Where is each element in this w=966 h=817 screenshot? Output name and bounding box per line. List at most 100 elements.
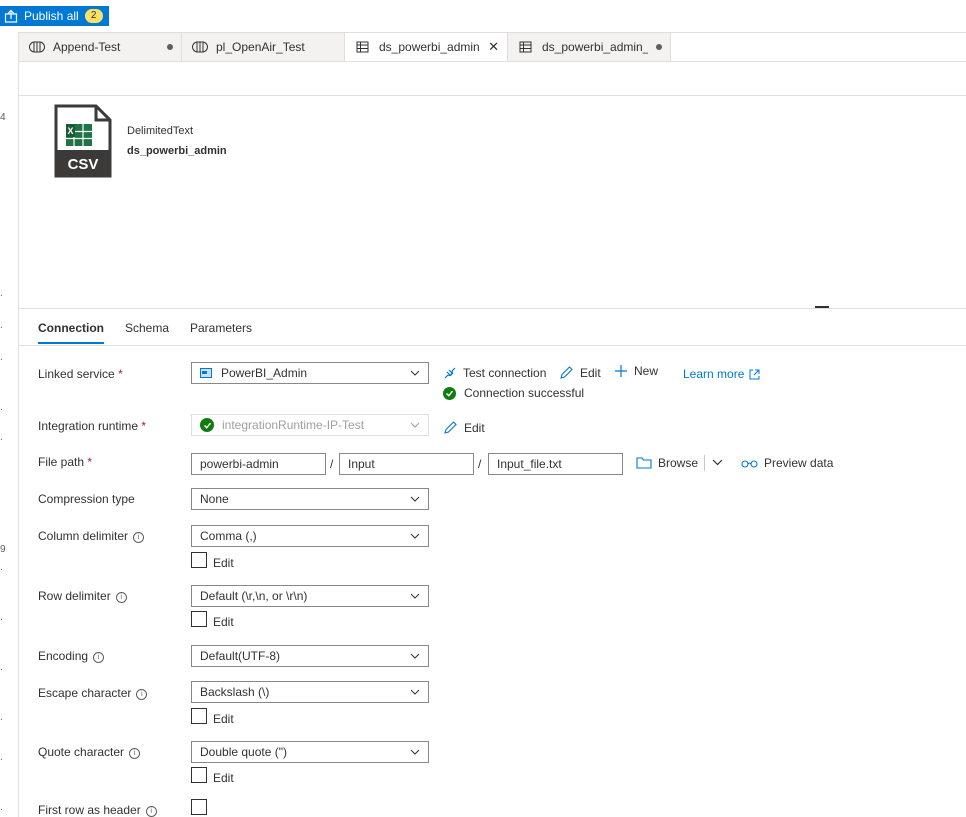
publish-count-badge: 2 — [84, 9, 103, 23]
linked-service-select[interactable]: PowerBI_Admin — [191, 362, 429, 384]
rail-mark: . — [0, 320, 3, 331]
new-linked-service-button[interactable]: New — [614, 364, 658, 378]
runtime-status-icon — [200, 418, 214, 432]
chevron-down-icon — [410, 689, 420, 695]
connection-status-text: Connection successful — [464, 386, 585, 400]
pencil-icon — [560, 366, 573, 379]
file-path-container-input[interactable]: powerbi-admin — [191, 453, 326, 475]
plus-icon — [615, 365, 627, 377]
compression-type-value: None — [200, 492, 229, 506]
tab-label: Append-Test — [53, 40, 121, 54]
external-link-icon — [749, 369, 760, 379]
property-tabs: Connection Schema Parameters — [19, 309, 966, 346]
row-delimiter-label: Row delimiter i — [38, 589, 127, 603]
rail-mark: . — [0, 712, 3, 723]
minimize-panel-button[interactable] — [815, 306, 829, 308]
row-delimiter-value: Default (\r,\n, or \r\n) — [200, 589, 308, 603]
publish-all-button[interactable]: Publish all 2 — [0, 6, 109, 26]
first-row-header-checkbox[interactable] — [191, 799, 207, 815]
table-icon — [519, 41, 532, 53]
column-delimiter-value: Comma (,) — [200, 529, 257, 543]
info-icon[interactable]: i — [115, 592, 127, 603]
edit-integration-runtime-button[interactable]: Edit — [443, 420, 485, 435]
svg-text:X: X — [67, 126, 73, 136]
pencil-icon — [444, 421, 457, 434]
row-delimiter-select[interactable]: Default (\r,\n, or \r\n) — [191, 585, 429, 607]
column-delimiter-edit-checkbox[interactable] — [191, 552, 207, 568]
integration-runtime-value: integrationRuntime-IP-Test — [222, 418, 365, 432]
encoding-value: Default(UTF-8) — [200, 649, 281, 663]
integration-runtime-label: Integration runtime * — [38, 419, 147, 433]
chevron-down-icon — [410, 593, 420, 599]
rail-mark: . — [0, 352, 3, 363]
compression-type-label: Compression type — [38, 492, 135, 506]
quote-character-edit-label: Edit — [213, 771, 234, 785]
unsaved-dot-icon — [167, 44, 173, 50]
rail-mark: 4 — [0, 112, 6, 123]
glasses-icon — [741, 460, 758, 468]
powerbi-service-icon — [200, 368, 212, 378]
tab-ds-powerbi-admin-o[interactable]: ds_powerbi_admin_o... — [508, 33, 671, 61]
compression-type-select[interactable]: None — [191, 488, 429, 510]
first-row-header-label: First row as header i — [38, 803, 157, 817]
csv-icon-text: CSV — [68, 156, 99, 173]
chevron-down-icon — [410, 533, 420, 539]
path-separator: / — [478, 457, 482, 471]
path-separator: / — [330, 457, 334, 471]
escape-character-edit-label: Edit — [213, 712, 234, 726]
dataset-type: DelimitedText — [127, 125, 194, 137]
rail-mark: . — [0, 432, 3, 443]
quote-character-select[interactable]: Double quote (") — [191, 741, 429, 763]
row-delimiter-edit-label: Edit — [213, 615, 234, 629]
tab-append-test[interactable]: Append-Test — [19, 33, 182, 61]
integration-runtime-select: integrationRuntime-IP-Test — [191, 414, 429, 436]
file-path-directory-input[interactable]: Input — [339, 453, 474, 475]
info-icon[interactable]: i — [145, 806, 157, 817]
learn-more-link[interactable]: Learn more — [683, 367, 766, 381]
pipeline-icon — [192, 41, 208, 53]
browse-button[interactable]: Browse — [636, 456, 698, 470]
dataset-name: ds_powerbi_admin — [127, 145, 227, 157]
folder-icon — [636, 457, 652, 469]
rail-mark: . — [0, 288, 3, 299]
close-tab-icon[interactable]: ✕ — [488, 39, 499, 55]
encoding-label: Encoding i — [38, 649, 105, 663]
tab-pl-openair-test[interactable]: pl_OpenAir_Test — [182, 33, 345, 61]
file-path-file-input[interactable]: Input_file.txt — [488, 453, 623, 475]
encoding-select[interactable]: Default(UTF-8) — [191, 645, 429, 667]
plug-icon — [444, 367, 456, 379]
tab-schema[interactable]: Schema — [125, 321, 169, 342]
chevron-down-icon — [410, 370, 420, 376]
tab-ds-powerbi-admin[interactable]: ds_powerbi_admin ✕ — [345, 33, 508, 61]
quote-character-label: Quote character i — [38, 745, 141, 759]
pipeline-icon — [29, 41, 45, 53]
tab-connection[interactable]: Connection — [38, 321, 104, 344]
rail-mark: . — [0, 612, 3, 623]
rail-mark: . — [0, 662, 3, 673]
escape-character-edit-checkbox[interactable] — [191, 708, 207, 724]
quote-character-value: Double quote (") — [200, 745, 287, 759]
tab-parameters[interactable]: Parameters — [190, 321, 252, 342]
publish-all-label: Publish all — [24, 9, 79, 23]
escape-character-label: Escape character i — [38, 686, 148, 700]
preview-data-button[interactable]: Preview data — [741, 456, 833, 470]
chevron-down-icon[interactable] — [712, 459, 723, 466]
info-icon[interactable]: i — [129, 748, 141, 759]
info-icon[interactable]: i — [136, 689, 148, 700]
quote-character-edit-checkbox[interactable] — [191, 767, 207, 783]
escape-character-select[interactable]: Backslash (\) — [191, 681, 429, 703]
linked-service-value: PowerBI_Admin — [221, 366, 308, 380]
row-delimiter-edit-checkbox[interactable] — [191, 611, 207, 627]
table-icon — [356, 41, 369, 53]
tab-label: pl_OpenAir_Test — [216, 40, 305, 54]
info-icon[interactable]: i — [93, 652, 105, 663]
info-icon[interactable]: i — [133, 532, 145, 543]
test-connection-button[interactable]: Test connection — [443, 366, 546, 380]
toolbar-divider — [704, 455, 705, 471]
chevron-down-icon — [410, 653, 420, 659]
linked-service-label: Linked service * — [38, 367, 123, 381]
rail-mark: . — [0, 802, 3, 813]
column-delimiter-select[interactable]: Comma (,) — [191, 525, 429, 547]
rail-mark: 9 — [0, 544, 6, 555]
edit-linked-service-button[interactable]: Edit — [559, 365, 601, 380]
